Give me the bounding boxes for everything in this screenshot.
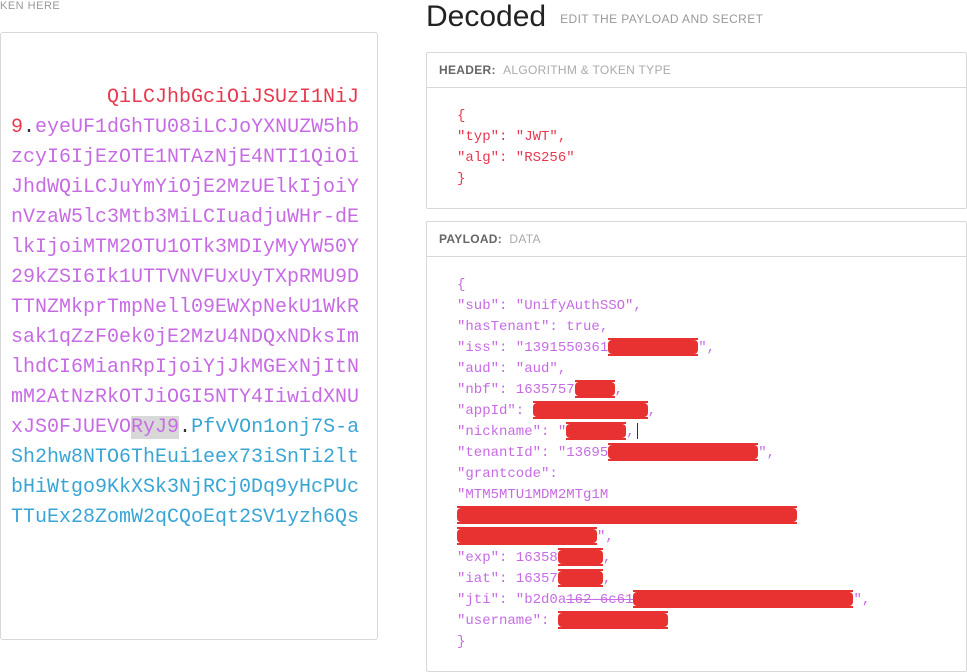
json-line: "tenantId": "13695", [457, 443, 936, 464]
jwt-token-textarea[interactable]: QiLCJhbGciOiJSUzI1NiJ9.eyeUF1dGhTU08iLCJ… [0, 32, 378, 640]
header-sublabel: ALGORITHM & TOKEN TYPE [503, 63, 671, 77]
json-line: "appId": , [457, 401, 936, 422]
json-line: "nickname": ", [457, 422, 936, 443]
json-line: "iss": "1391550361", [457, 338, 936, 359]
header-section: HEADER: ALGORITHM & TOKEN TYPE { "typ": … [426, 52, 967, 209]
json-line: ", [457, 527, 936, 548]
header-label: HEADER: [439, 63, 496, 77]
json-line: "nbf": 1635757, [457, 380, 936, 401]
json-line: { [457, 106, 936, 127]
text-cursor [637, 423, 638, 439]
decoded-header-row: Decoded EDIT THE PAYLOAD AND SECRET [426, 0, 967, 34]
json-line: "exp": 16358, [457, 548, 936, 569]
payload-sublabel: DATA [509, 232, 540, 246]
json-line: "username": [457, 611, 936, 632]
payload-json-editor[interactable]: { "sub": "UnifyAuthSSO", "hasTenant": tr… [427, 257, 966, 671]
json-line: "jti": "b2d0a162-6c61", [457, 590, 936, 611]
json-line: "alg": "RS256" [457, 148, 936, 169]
token-payload-segment: eyeUF1dGhTU08iLCJoYXNUZW5hbzcyI6IjEzOTE1… [11, 116, 359, 439]
decoded-subtitle: EDIT THE PAYLOAD AND SECRET [560, 12, 763, 26]
payload-section-title: PAYLOAD: DATA [427, 222, 966, 257]
token-separator-dot: . [23, 116, 35, 139]
payload-label: PAYLOAD: [439, 232, 502, 246]
json-line: "MTM5MTU1MDM2MTg1M [457, 485, 936, 527]
header-section-title: HEADER: ALGORITHM & TOKEN TYPE [427, 53, 966, 88]
encoded-panel: KEN HERE QiLCJhbGciOiJSUzI1NiJ9.eyeUF1dG… [0, 0, 378, 651]
payload-section: PAYLOAD: DATA { "sub": "UnifyAuthSSO", "… [426, 221, 967, 672]
json-line: "iat": 16357, [457, 569, 936, 590]
json-line: "grantcode": [457, 464, 936, 485]
header-json-editor[interactable]: { "typ": "JWT", "alg": "RS256" } [427, 88, 966, 208]
json-line: "typ": "JWT", [457, 127, 936, 148]
encoded-hint-label: KEN HERE [0, 0, 378, 30]
token-separator-dot: . [179, 416, 191, 439]
json-line: "hasTenant": true, [457, 317, 936, 338]
json-line: } [457, 632, 936, 653]
json-line: "sub": "UnifyAuthSSO", [457, 296, 936, 317]
decoded-panel: Decoded EDIT THE PAYLOAD AND SECRET HEAD… [378, 0, 967, 651]
decoded-title: Decoded [426, 0, 546, 34]
token-payload-highlight: RyJ9 [131, 416, 179, 439]
json-line: } [457, 169, 936, 190]
json-line: { [457, 275, 936, 296]
json-line: "aud": "aud", [457, 359, 936, 380]
